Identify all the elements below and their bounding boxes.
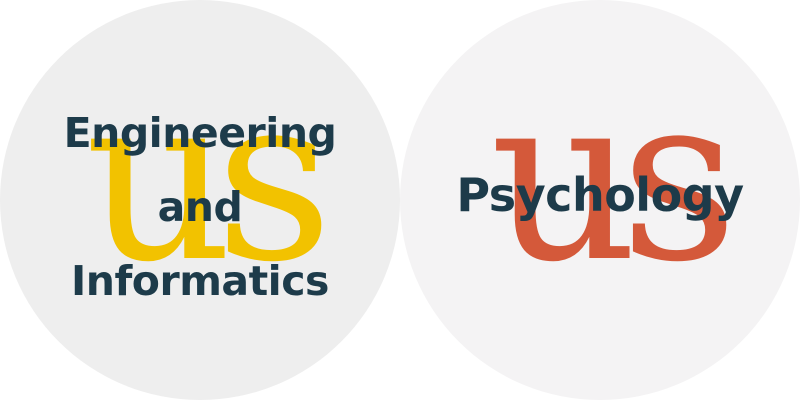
engineering-label: Engineering and Informatics (0, 96, 400, 318)
psychology-label: Psychology (400, 165, 800, 225)
stage: us Engineering and Informatics us Psycho… (0, 0, 800, 400)
label-line: and (157, 183, 243, 231)
label-line: Psychology (456, 168, 744, 222)
psychology-badge: us Psychology (400, 0, 800, 400)
label-line: Informatics (71, 257, 329, 305)
label-line: Engineering (63, 109, 337, 157)
engineering-badge: us Engineering and Informatics (0, 0, 400, 400)
